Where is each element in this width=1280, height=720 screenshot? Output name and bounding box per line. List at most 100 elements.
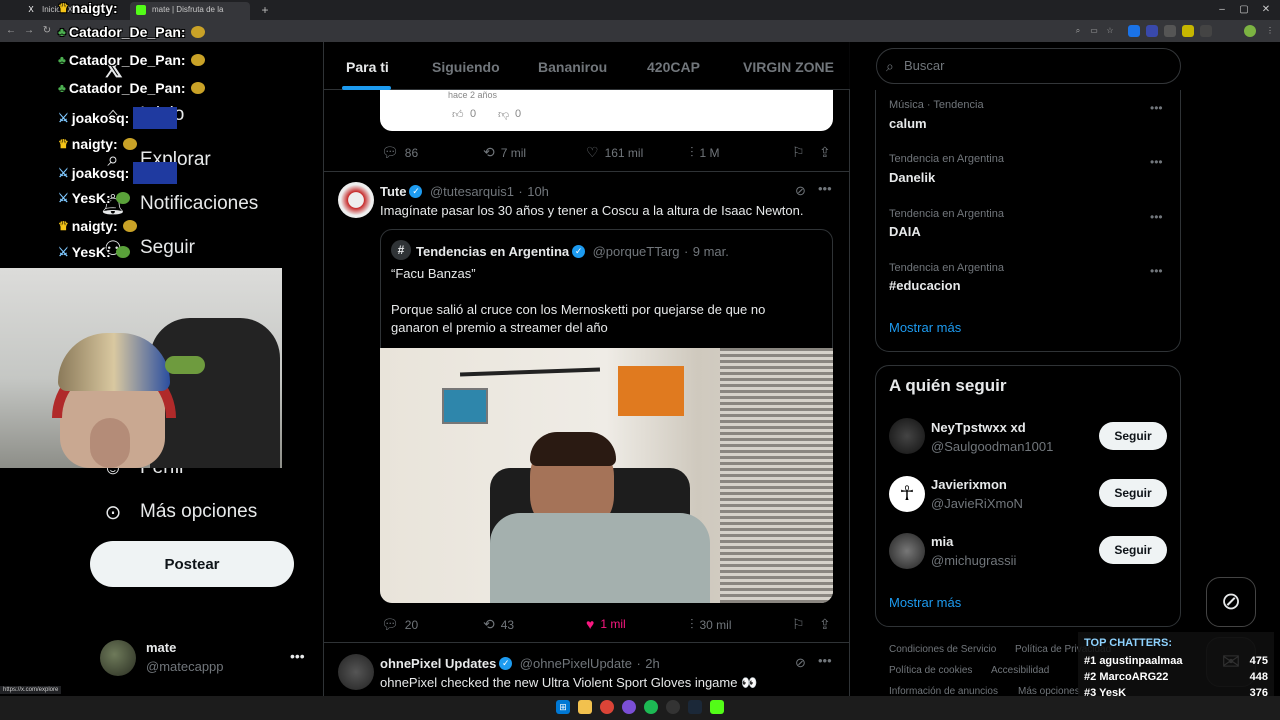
kick-icon[interactable]: [710, 700, 724, 714]
extension-icon[interactable]: [1182, 25, 1194, 37]
chat-line: ♛ naigty:: [58, 0, 118, 16]
tab-420cap[interactable]: 420CAP: [647, 59, 700, 75]
tab-siguiendo[interactable]: Siguiendo: [432, 59, 500, 75]
profile-avatar-icon[interactable]: [1244, 25, 1256, 37]
avatar[interactable]: [889, 418, 925, 454]
trend-name[interactable]: DAIA: [889, 224, 921, 239]
tweet-time[interactable]: 10h: [527, 184, 549, 199]
reload-icon[interactable]: ↻: [40, 24, 54, 38]
follow-button[interactable]: Seguir: [1099, 536, 1167, 564]
show-more-link[interactable]: Mostrar más: [889, 320, 961, 335]
steam-icon[interactable]: [688, 700, 702, 714]
spotify-icon[interactable]: [644, 700, 658, 714]
close-icon[interactable]: ✕: [1256, 2, 1276, 18]
tab-para-ti[interactable]: Para ti: [346, 59, 389, 75]
views-button[interactable]: ⫶ 30 mil: [690, 616, 732, 633]
follow-suggestion-name[interactable]: Javierixmon: [931, 477, 1007, 492]
extension-icon[interactable]: [1164, 25, 1176, 37]
share-button[interactable]: ⇪: [819, 144, 837, 161]
quoted-media-image[interactable]: [380, 348, 833, 603]
follow-button[interactable]: Seguir: [1099, 422, 1167, 450]
emote-icon: [190, 26, 205, 38]
grok-icon[interactable]: ⊘: [795, 655, 806, 671]
card-like-count: 0: [470, 108, 477, 120]
crown-badge-icon: ♛: [58, 219, 69, 233]
grok-icon[interactable]: ⊘: [795, 183, 806, 199]
status-url: https://x.com/explore: [0, 686, 62, 694]
avatar[interactable]: [338, 182, 374, 218]
follow-suggestion-name[interactable]: mia: [931, 534, 953, 549]
chat-line: ⚔ joakosq:: [58, 162, 178, 184]
thumbs-up-icon[interactable]: 👍︎: [452, 108, 464, 121]
more-dots-icon[interactable]: •••: [1150, 264, 1163, 278]
obs-icon[interactable]: [622, 700, 636, 714]
reply-button[interactable]: 💬︎ 20: [381, 616, 418, 633]
footer-link[interactable]: Accesibilidad: [991, 665, 1049, 676]
post-button[interactable]: Postear: [90, 541, 294, 587]
maximize-icon[interactable]: ▢: [1234, 2, 1254, 18]
sword-badge-icon: ⚔: [58, 111, 69, 125]
repost-button[interactable]: ⟲ 43: [483, 616, 514, 633]
reply-button[interactable]: 💬︎ 86: [381, 144, 418, 161]
trend-name[interactable]: #educacion: [889, 278, 961, 293]
follow-suggestion-name[interactable]: NeyTpstwxx xd: [931, 420, 1026, 435]
webcam-plush: [165, 356, 205, 374]
grok-icon[interactable]: ⊘: [1206, 577, 1256, 627]
back-icon[interactable]: ←: [4, 24, 18, 38]
extension-icon[interactable]: [1128, 25, 1140, 37]
crown-badge-icon: ♛: [58, 1, 69, 15]
reply-icon: 💬︎: [381, 144, 399, 160]
chat-line: ⚔ YesK:: [58, 244, 130, 260]
more-dots-icon[interactable]: •••: [290, 648, 305, 664]
tweet-author-handle[interactable]: @tutesarquis1: [430, 184, 514, 199]
avatar[interactable]: ☥: [889, 476, 925, 512]
footer-link[interactable]: Política de cookies: [889, 665, 972, 676]
more-icon: ⊙: [104, 501, 122, 524]
more-dots-icon[interactable]: •••: [1150, 210, 1163, 224]
minimize-icon[interactable]: –: [1212, 2, 1232, 18]
tab-virgin-zone[interactable]: VIRGIN ZONE: [743, 59, 834, 75]
tweet-author-handle[interactable]: @ohnePixelUpdate: [520, 656, 632, 671]
bookmark-button[interactable]: ⚐: [792, 616, 811, 633]
zoom-icon[interactable]: ⌕: [1072, 25, 1084, 37]
more-dots-icon[interactable]: •••: [1150, 101, 1163, 115]
bookmark-star-icon[interactable]: ☆: [1104, 25, 1116, 37]
share-button[interactable]: ⇪: [819, 616, 837, 633]
app-icon[interactable]: [666, 700, 680, 714]
tweet-author-name[interactable]: Tute: [380, 184, 406, 199]
show-more-link[interactable]: Mostrar más: [889, 595, 961, 610]
views-button[interactable]: ⫶ 1 M: [690, 144, 720, 161]
tweet-author-name[interactable]: ohnePixel Updates: [380, 656, 496, 671]
like-button[interactable]: ♥ 1 mil: [586, 616, 626, 632]
extensions-puzzle-icon[interactable]: [1200, 25, 1212, 37]
top-chatters-title: TOP CHATTERS:: [1084, 637, 1173, 649]
tab-bananirou[interactable]: Bananirou: [538, 59, 607, 75]
hashtag-avatar-icon: #: [391, 240, 411, 260]
quoted-author-handle: @porqueTTarg: [592, 244, 680, 259]
bookmark-icon: ⚐: [792, 616, 805, 632]
more-dots-icon[interactable]: •••: [1150, 155, 1163, 169]
who-to-follow-title: A quién seguir: [889, 376, 1007, 395]
bookmark-button[interactable]: ⚐: [792, 144, 811, 161]
verified-badge-icon: ✓: [409, 185, 423, 199]
repost-button[interactable]: ⟲ 7 mil: [483, 144, 526, 161]
more-dots-icon[interactable]: •••: [818, 653, 832, 668]
browser-menu-icon[interactable]: ⋮: [1264, 25, 1276, 37]
extension-icon[interactable]: [1146, 25, 1158, 37]
trend-name[interactable]: calum: [889, 116, 927, 131]
cast-icon[interactable]: ▭: [1088, 25, 1100, 37]
follow-button[interactable]: Seguir: [1099, 479, 1167, 507]
like-button[interactable]: ♡ 161 mil: [586, 144, 643, 161]
chrome-icon[interactable]: [600, 700, 614, 714]
sidebar-item-mas-opciones[interactable]: ⊙ Más opciones: [100, 492, 258, 532]
avatar[interactable]: [338, 654, 374, 690]
forward-icon[interactable]: →: [22, 24, 36, 38]
avatar[interactable]: [889, 533, 925, 569]
windows-start-icon[interactable]: ⊞: [556, 700, 570, 714]
trend-name[interactable]: Danelik: [889, 170, 935, 185]
file-explorer-icon[interactable]: [578, 700, 592, 714]
more-dots-icon[interactable]: •••: [818, 181, 832, 196]
tweet-time[interactable]: 2h: [645, 656, 659, 671]
thumbs-down-icon[interactable]: 👎︎: [498, 108, 509, 121]
footer-link[interactable]: Condiciones de Servicio: [889, 644, 996, 655]
